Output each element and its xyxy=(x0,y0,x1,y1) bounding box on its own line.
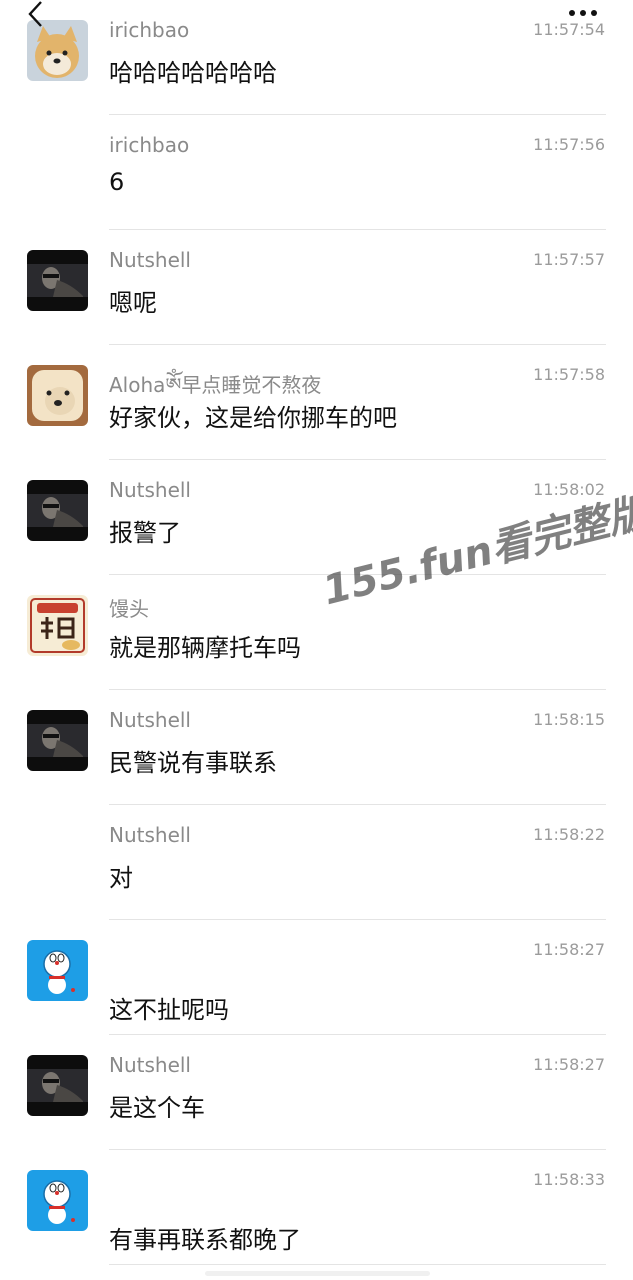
message-time: 11:58:33 xyxy=(533,1170,605,1189)
message-text: 好家伙，这是给你挪车的吧 xyxy=(109,404,397,432)
message-row: Nutshell 11:57:57 嗯呢 xyxy=(0,230,633,345)
message-text: 是这个车 xyxy=(109,1094,205,1122)
sender-name: 馒头 xyxy=(109,597,149,621)
message-row: 馒头 就是那辆摩托车吗 xyxy=(0,575,633,690)
divider xyxy=(109,1264,606,1265)
sender-name: Nutshell xyxy=(109,823,191,847)
message-text: 6 xyxy=(109,168,125,196)
sender-name: Nutshell xyxy=(109,478,191,502)
dark-photo-avatar[interactable] xyxy=(27,480,88,541)
message-row: 11:58:33 有事再联系都晚了 xyxy=(0,1150,633,1265)
message-row: Nutshell 11:58:22 对 xyxy=(0,805,633,920)
message-text: 就是那辆摩托车吗 xyxy=(109,634,301,662)
sender-name: Nutshell xyxy=(109,1053,191,1077)
chat-record-list: irichbao 11:57:54 哈哈哈哈哈哈哈 irichbao 11:57… xyxy=(0,0,633,1265)
message-row: Nutshell 11:58:27 是这个车 xyxy=(0,1035,633,1150)
doraemon-avatar[interactable] xyxy=(27,940,88,1001)
message-text: 有事再联系都晚了 xyxy=(109,1226,301,1254)
doraemon-avatar[interactable] xyxy=(27,1170,88,1231)
message-time: 11:57:56 xyxy=(533,135,605,154)
message-time: 11:58:27 xyxy=(533,1055,605,1074)
message-text: 民警说有事联系 xyxy=(109,749,277,777)
message-text: 嗯呢 xyxy=(109,289,157,317)
dark-photo-avatar[interactable] xyxy=(27,250,88,311)
chevron-left-icon[interactable] xyxy=(22,0,48,30)
message-row: 11:58:27 这不扯呢吗 xyxy=(0,920,633,1035)
message-time: 11:57:58 xyxy=(533,365,605,384)
message-text: 这不扯呢吗 xyxy=(109,996,229,1024)
dark-photo-avatar[interactable] xyxy=(27,710,88,771)
message-time: 11:58:22 xyxy=(533,825,605,844)
message-row: Nutshell 11:58:15 民警说有事联系 xyxy=(0,690,633,805)
message-row: irichbao 11:57:56 6 xyxy=(0,115,633,230)
message-row: Alohaༀ早点睡觉不熬夜 11:57:58 好家伙，这是给你挪车的吧 xyxy=(0,345,633,460)
message-time: 11:58:27 xyxy=(533,940,605,959)
message-time: 11:58:15 xyxy=(533,710,605,729)
message-time: 11:57:57 xyxy=(533,250,605,269)
message-text: 报警了 xyxy=(109,519,181,547)
mantou-logo-avatar[interactable] xyxy=(27,595,88,656)
sender-name: Nutshell xyxy=(109,708,191,732)
top-bar xyxy=(0,0,633,30)
sender-name: irichbao xyxy=(109,133,190,157)
home-indicator xyxy=(205,1271,430,1276)
more-dots-icon[interactable] xyxy=(563,4,603,22)
sender-name: Nutshell xyxy=(109,248,191,272)
dark-photo-avatar[interactable] xyxy=(27,1055,88,1116)
toast-dog-avatar[interactable] xyxy=(27,365,88,426)
message-text: 哈哈哈哈哈哈哈 xyxy=(109,59,277,87)
message-text: 对 xyxy=(109,864,133,892)
